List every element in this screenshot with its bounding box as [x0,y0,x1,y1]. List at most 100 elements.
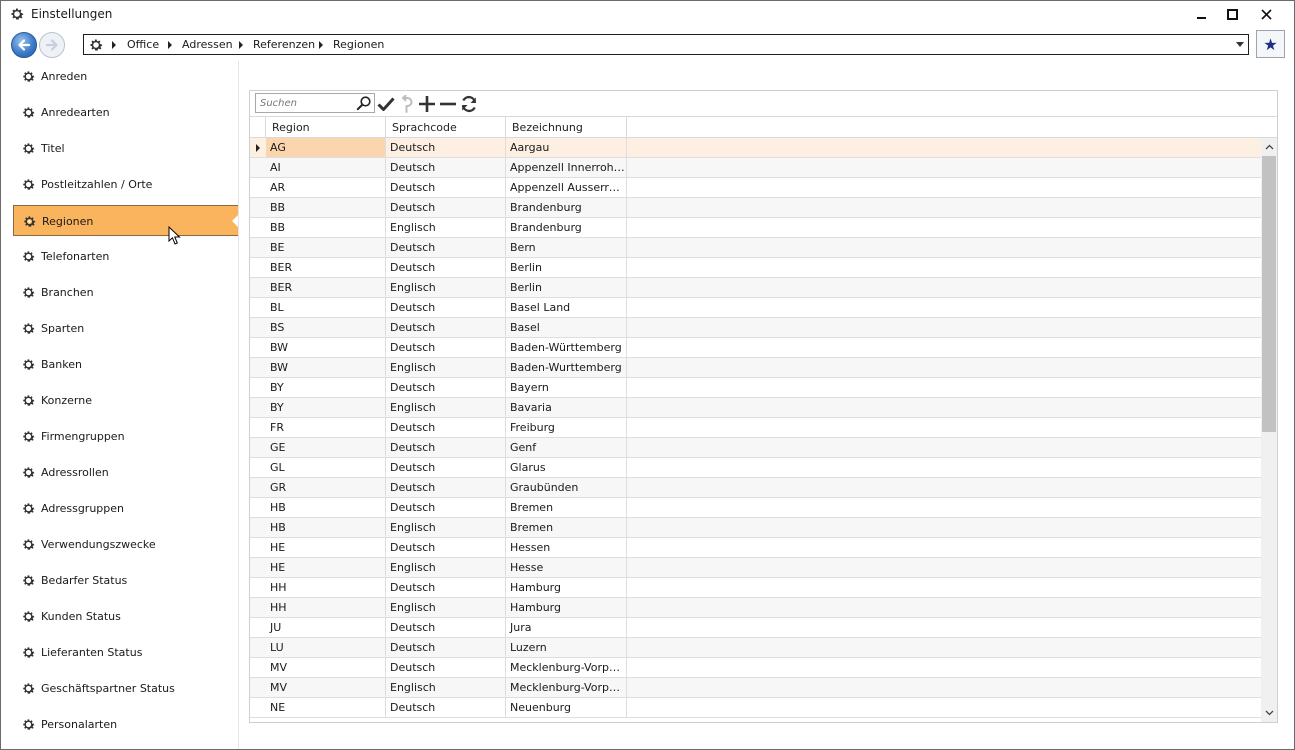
row-indicator[interactable] [250,378,266,397]
forward-button[interactable] [39,32,65,58]
address-bar[interactable]: Office Adressen Referenzen Regionen [83,34,1249,55]
cell-bezeichnung[interactable]: Neuenburg [506,698,627,717]
row-indicator[interactable] [250,598,266,617]
cell-bezeichnung[interactable]: Basel [506,318,627,337]
cell-bezeichnung[interactable]: Brandenburg [506,198,627,217]
table-row[interactable]: AI Deutsch Appenzell Innerrohden [250,158,1261,178]
table-row[interactable]: HB Deutsch Bremen [250,498,1261,518]
cell-region[interactable]: HH [266,578,386,597]
table-row[interactable]: MVEnglischMecklenburg-Vorpommern [250,678,1261,698]
cell-sprachcode[interactable]: Deutsch [386,258,506,277]
search-icon[interactable] [356,95,372,111]
row-indicator[interactable] [250,658,266,677]
cell-bezeichnung[interactable]: Bern [506,238,627,257]
vertical-scrollbar[interactable] [1261,138,1277,722]
table-row[interactable]: GE Deutsch Genf [250,438,1261,458]
cell-sprachcode[interactable]: Deutsch [386,418,506,437]
column-header-bezeichnung[interactable]: Bezeichnung [506,117,627,138]
cell-region[interactable]: AG [266,138,386,157]
cell-region[interactable]: FR [266,418,386,437]
cell-sprachcode[interactable]: Deutsch [386,578,506,597]
cell-sprachcode[interactable]: Englisch [386,218,506,237]
table-row[interactable]: HH Deutsch Hamburg [250,578,1261,598]
table-row[interactable]: NE Deutsch Neuenburg [250,698,1261,718]
table-row[interactable]: HE Deutsch Hessen [250,538,1261,558]
cell-region[interactable]: HE [266,558,386,577]
row-indicator[interactable] [250,478,266,497]
row-indicator[interactable] [250,218,266,237]
breadcrumb-separator[interactable] [319,41,323,49]
cell-sprachcode[interactable]: Englisch [386,598,506,617]
cell-bezeichnung[interactable]: Basel Land [506,298,627,317]
minimize-button[interactable] [1187,3,1217,25]
sidebar-item-telefonarten[interactable]: Telefonarten [13,241,239,272]
cell-sprachcode[interactable]: Deutsch [386,498,506,517]
row-indicator[interactable] [250,318,266,337]
scroll-down-button[interactable] [1261,705,1277,721]
cell-sprachcode[interactable]: Englisch [386,278,506,297]
cell-region[interactable]: HE [266,538,386,557]
maximize-button[interactable] [1217,3,1247,25]
sidebar-item-adressrollen[interactable]: Adressrollen [13,457,239,488]
breadcrumb-separator[interactable] [168,41,172,49]
sidebar-item-konzerne[interactable]: Konzerne [13,385,239,416]
scroll-up-button[interactable] [1261,139,1277,155]
sidebar-item-sparten[interactable]: Sparten [13,313,239,344]
sidebar-item-anreden[interactable]: Anreden [13,61,239,92]
table-row[interactable]: ARDeutschAppenzell Ausserrohden [250,178,1261,198]
cell-sprachcode[interactable]: Englisch [386,358,506,377]
table-row[interactable]: BW Englisch Baden-Wurttemberg [250,358,1261,378]
cell-region[interactable]: BB [266,198,386,217]
column-header-sprachcode[interactable]: Sprachcode [386,117,506,138]
row-indicator[interactable] [250,258,266,277]
cell-bezeichnung[interactable]: Bremen [506,498,627,517]
sidebar-item-personalarten[interactable]: Personalarten [13,709,239,740]
row-indicator[interactable] [250,558,266,577]
row-indicator[interactable] [250,438,266,457]
cell-bezeichnung[interactable]: Jura [506,618,627,637]
close-button[interactable] [1251,3,1281,25]
cell-sprachcode[interactable]: Deutsch [386,538,506,557]
sidebar-item-kunden-status[interactable]: Kunden Status [13,601,239,632]
table-row[interactable]: JU Deutsch Jura [250,618,1261,638]
refresh-button[interactable] [459,94,479,114]
cell-sprachcode[interactable]: Deutsch [386,378,506,397]
add-button[interactable] [417,94,437,114]
cell-region[interactable]: BY [266,378,386,397]
table-row[interactable]: MVDeutschMecklenburg-Vorpommern [250,658,1261,678]
cell-sprachcode[interactable]: Deutsch [386,618,506,637]
breadcrumb-office[interactable]: Office [127,38,159,51]
cell-region[interactable]: HB [266,498,386,517]
table-row[interactable]: FR Deutsch Freiburg [250,418,1261,438]
sidebar-item-postleitzahlen-orte[interactable]: Postleitzahlen / Orte [13,169,239,200]
cell-sprachcode[interactable]: Deutsch [386,178,506,197]
table-row[interactable]: GL Deutsch Glarus [250,458,1261,478]
cell-bezeichnung[interactable]: Brandenburg [506,218,627,237]
cell-sprachcode[interactable]: Deutsch [386,438,506,457]
table-row[interactable]: HB Englisch Bremen [250,518,1261,538]
cell-bezeichnung[interactable]: Freiburg [506,418,627,437]
cell-region[interactable]: BER [266,258,386,277]
back-button[interactable] [11,32,37,58]
table-row[interactable]: BL Deutsch Basel Land [250,298,1261,318]
table-row[interactable]: BER Deutsch Berlin [250,258,1261,278]
cell-sprachcode[interactable]: Englisch [386,678,506,697]
cell-region[interactable]: MV [266,658,386,677]
table-row[interactable]: BW Deutsch Baden-Württemberg [250,338,1261,358]
cell-bezeichnung[interactable]: Mecklenburg-Vorpommern [506,658,627,677]
cell-bezeichnung[interactable]: Bavaria [506,398,627,417]
row-indicator[interactable] [250,618,266,637]
cell-bezeichnung[interactable]: Hamburg [506,578,627,597]
row-indicator[interactable] [250,638,266,657]
row-indicator[interactable] [250,518,266,537]
row-indicator[interactable] [250,458,266,477]
cell-region[interactable]: BW [266,338,386,357]
cell-sprachcode[interactable]: Deutsch [386,138,506,157]
cell-bezeichnung[interactable]: Hesse [506,558,627,577]
sidebar-item-firmengruppen[interactable]: Firmengruppen [13,421,239,452]
cell-bezeichnung[interactable]: Bremen [506,518,627,537]
row-indicator[interactable] [250,398,266,417]
cell-region[interactable]: GR [266,478,386,497]
cell-sprachcode[interactable]: Deutsch [386,158,506,177]
sidebar-item-regionen[interactable]: Regionen [13,205,239,236]
